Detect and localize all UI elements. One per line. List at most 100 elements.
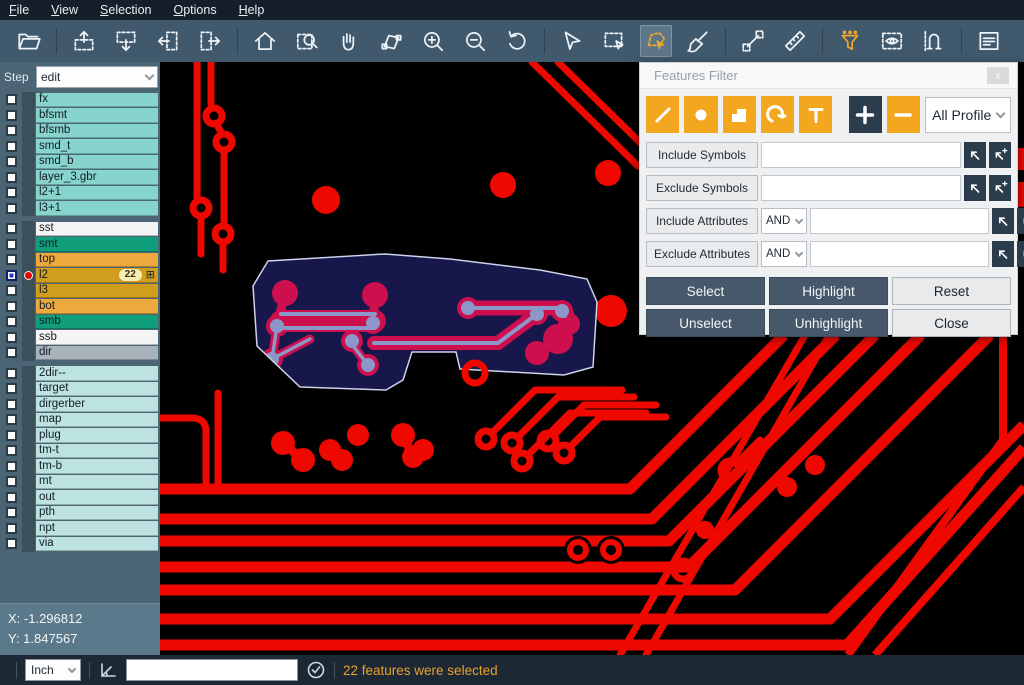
include-symbols-pick-add-button[interactable] bbox=[989, 142, 1011, 168]
layer-indicator-cell[interactable] bbox=[22, 185, 35, 201]
include-attributes-operator-select[interactable]: AND bbox=[761, 208, 807, 234]
layer-name[interactable]: layer_3.gbr bbox=[36, 170, 158, 185]
layer-indicator-cell[interactable] bbox=[22, 123, 35, 139]
layer-indicator-cell[interactable] bbox=[22, 443, 35, 459]
layer-name[interactable]: l3+1 bbox=[36, 201, 158, 216]
layer-row-fx[interactable]: fx bbox=[0, 92, 160, 108]
profile-select[interactable]: All Profile bbox=[925, 97, 1011, 133]
layer-indicator-cell[interactable] bbox=[22, 154, 35, 170]
zoom-in-button[interactable] bbox=[417, 25, 449, 57]
exclude-attributes-pick-button[interactable] bbox=[992, 241, 1014, 267]
filter-pad-toggle[interactable] bbox=[684, 96, 717, 133]
layer-name[interactable]: target bbox=[36, 382, 158, 397]
layer-row-target[interactable]: target bbox=[0, 381, 160, 397]
reset-button[interactable]: Reset bbox=[892, 277, 1011, 305]
layer-checkbox[interactable] bbox=[6, 538, 17, 549]
select-cursor-button[interactable] bbox=[556, 25, 588, 57]
layer-checkbox[interactable] bbox=[6, 523, 17, 534]
layer-indicator-cell[interactable] bbox=[22, 505, 35, 521]
layer-name[interactable]: npt bbox=[36, 521, 158, 536]
layer-indicator-cell[interactable] bbox=[22, 412, 35, 428]
highlight-button[interactable]: Highlight bbox=[769, 277, 888, 305]
filter-line-toggle[interactable] bbox=[646, 96, 679, 133]
layer-row-top[interactable]: top bbox=[0, 252, 160, 268]
layer-indicator-cell[interactable] bbox=[22, 330, 35, 346]
layer-name[interactable]: map bbox=[36, 413, 158, 428]
layer-row-smt[interactable]: smt bbox=[0, 237, 160, 253]
layer-checkbox[interactable] bbox=[6, 285, 17, 296]
command-input[interactable] bbox=[126, 659, 298, 681]
layer-checkbox[interactable] bbox=[6, 430, 17, 441]
layer-name[interactable]: l222⊞ bbox=[36, 268, 158, 283]
close-button[interactable]: Close bbox=[892, 309, 1011, 337]
layer-row-dirgerber[interactable]: dirgerber bbox=[0, 397, 160, 413]
features-filter-button[interactable] bbox=[834, 25, 866, 57]
layer-name[interactable]: 2dir-- bbox=[36, 366, 158, 381]
zoom-previous-button[interactable] bbox=[501, 25, 533, 57]
select-polygon-button[interactable] bbox=[640, 25, 672, 57]
open-button[interactable] bbox=[13, 25, 45, 57]
layer-row-l2+1[interactable]: l2+1 bbox=[0, 185, 160, 201]
layer-row-via[interactable]: via bbox=[0, 536, 160, 552]
layer-name[interactable]: l3 bbox=[36, 284, 158, 299]
layer-row-out[interactable]: out bbox=[0, 490, 160, 506]
layer-row-npt[interactable]: npt bbox=[0, 521, 160, 537]
layer-name[interactable]: ssb bbox=[36, 330, 158, 345]
layer-row-bfsmt[interactable]: bfsmt bbox=[0, 108, 160, 124]
zoom-out-button[interactable] bbox=[459, 25, 491, 57]
include-attributes-pick-button[interactable] bbox=[992, 208, 1014, 234]
layer-checkbox[interactable] bbox=[6, 445, 17, 456]
layer-checkbox[interactable] bbox=[6, 203, 17, 214]
pan-hand-button[interactable] bbox=[333, 25, 365, 57]
layer-checkbox[interactable] bbox=[6, 254, 17, 265]
layer-indicator-cell[interactable] bbox=[22, 428, 35, 444]
layer-name[interactable]: bfsmb bbox=[36, 124, 158, 139]
view-options-button[interactable] bbox=[876, 25, 908, 57]
layer-checkbox[interactable] bbox=[6, 187, 17, 198]
layer-indicator-cell[interactable] bbox=[22, 237, 35, 253]
layer-indicator-cell[interactable] bbox=[22, 397, 35, 413]
measure-distance-button[interactable] bbox=[737, 25, 769, 57]
layer-indicator-cell[interactable] bbox=[22, 108, 35, 124]
layer-row-tm-t[interactable]: tm-t bbox=[0, 443, 160, 459]
layer-row-2dir--[interactable]: 2dir-- bbox=[0, 366, 160, 382]
layer-indicator-cell[interactable] bbox=[22, 366, 35, 382]
unselect-button[interactable]: Unselect bbox=[646, 309, 765, 337]
layer-checkbox[interactable] bbox=[6, 347, 17, 358]
exclude-attributes-button[interactable]: Exclude Attributes bbox=[646, 241, 758, 267]
exclude-symbols-button[interactable]: Exclude Symbols bbox=[646, 175, 758, 201]
layer-row-plug[interactable]: plug bbox=[0, 428, 160, 444]
layer-checkbox[interactable] bbox=[6, 156, 17, 167]
layer-indicator-cell[interactable] bbox=[22, 92, 35, 108]
layer-name[interactable]: tm-t bbox=[36, 444, 158, 459]
layer-name[interactable]: bfsmt bbox=[36, 108, 158, 123]
unit-select[interactable]: Inch bbox=[25, 659, 81, 681]
layer-checkbox[interactable] bbox=[6, 461, 17, 472]
layer-indicator-cell[interactable] bbox=[22, 536, 35, 552]
layer-name[interactable]: fx bbox=[36, 93, 158, 108]
layer-row-smd_t[interactable]: smd_t bbox=[0, 139, 160, 155]
layer-indicator-cell[interactable] bbox=[22, 268, 35, 284]
layer-name[interactable]: l2+1 bbox=[36, 186, 158, 201]
layer-indicator-cell[interactable] bbox=[22, 490, 35, 506]
layer-row-l3+1[interactable]: l3+1 bbox=[0, 201, 160, 217]
layer-checkbox[interactable] bbox=[6, 368, 17, 379]
sync-icon[interactable] bbox=[306, 660, 326, 680]
filter-text-toggle[interactable] bbox=[799, 96, 832, 133]
layer-row-layer_3.gbr[interactable]: layer_3.gbr bbox=[0, 170, 160, 186]
layer-checkbox[interactable] bbox=[6, 141, 17, 152]
layer-row-bfsmb[interactable]: bfsmb bbox=[0, 123, 160, 139]
layer-indicator-cell[interactable] bbox=[22, 221, 35, 237]
exclude-attributes-pick-add-button[interactable] bbox=[1017, 241, 1024, 267]
filter-add-button[interactable] bbox=[849, 96, 882, 133]
snap-button[interactable] bbox=[918, 25, 950, 57]
layer-indicator-cell[interactable] bbox=[22, 252, 35, 268]
exclude-symbols-pick-add-button[interactable] bbox=[989, 175, 1011, 201]
layer-name[interactable]: dirgerber bbox=[36, 397, 158, 412]
include-symbols-pick-button[interactable] bbox=[964, 142, 986, 168]
layer-name[interactable]: plug bbox=[36, 428, 158, 443]
layer-indicator-cell[interactable] bbox=[22, 201, 35, 217]
include-attributes-pick-add-button[interactable] bbox=[1017, 208, 1024, 234]
filter-arc-toggle[interactable] bbox=[761, 96, 794, 133]
layer-indicator-cell[interactable] bbox=[22, 314, 35, 330]
